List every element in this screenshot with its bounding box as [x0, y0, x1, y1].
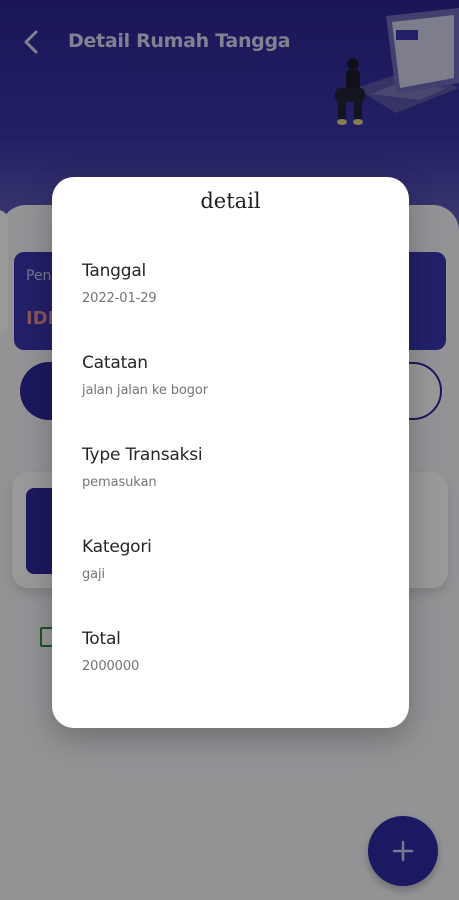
field-value: jalan jalan ke bogor: [82, 383, 209, 398]
field-tanggal: Tanggal 2022-01-29: [82, 261, 382, 306]
field-value: 2000000: [82, 659, 140, 674]
field-kategori: Kategori gaji: [82, 537, 382, 582]
field-value: gaji: [82, 567, 106, 582]
field-catatan: Catatan jalan jalan ke bogor: [82, 353, 382, 398]
dialog-title: detail: [200, 189, 261, 213]
field-value: pemasukan: [82, 475, 157, 490]
field-value: 2022-01-29: [82, 291, 157, 306]
field-label: Type Transaksi: [82, 445, 203, 465]
field-label: Total: [82, 629, 121, 649]
field-type-transaksi: Type Transaksi pemasukan: [82, 445, 382, 490]
field-label: Tanggal: [82, 261, 147, 281]
field-total: Total 2000000: [82, 629, 382, 674]
field-label: Kategori: [82, 537, 152, 557]
detail-dialog: detail Tanggal 2022-01-29 Catatan jalan …: [52, 177, 409, 728]
field-label: Catatan: [82, 353, 148, 373]
